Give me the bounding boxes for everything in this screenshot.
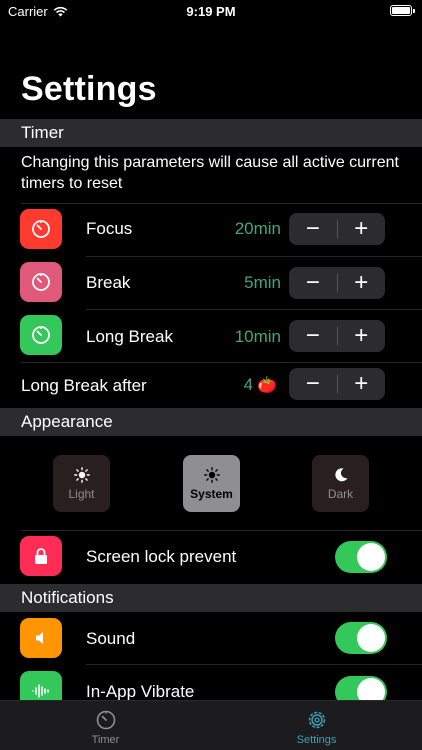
long-break-count: 4	[243, 375, 254, 394]
increment-button[interactable]: +	[338, 213, 386, 245]
tab-bar: Timer Settings	[0, 700, 422, 750]
timer-reset-note: Changing this parameters will cause all …	[21, 154, 399, 192]
decrement-button[interactable]: −	[289, 368, 337, 400]
appearance-label: Light	[68, 486, 95, 501]
timer-row-focus: Focus 20min − +	[0, 203, 422, 255]
lock-icon	[20, 536, 62, 576]
timer-icon	[20, 209, 62, 249]
screen-lock-toggle[interactable]	[335, 541, 387, 573]
sun-icon	[73, 466, 90, 483]
timer-row-long-break: Long Break 10min − +	[0, 309, 422, 361]
vibrate-label: In-App Vibrate	[86, 682, 195, 701]
long-break-after-row: Long Break after 4 🍅 − +	[0, 362, 422, 408]
tomato-icon: 🍅	[257, 377, 277, 394]
decrement-button[interactable]: −	[289, 320, 337, 352]
appearance-system-button[interactable]: System	[183, 455, 240, 512]
long-break-after-label: Long Break after	[21, 376, 147, 395]
timer-icon	[96, 710, 115, 730]
sun-icon	[203, 466, 220, 483]
battery-icon	[390, 5, 415, 16]
timer-icon	[20, 315, 62, 355]
appearance-label: Dark	[327, 486, 354, 501]
timer-value: 20min	[234, 219, 281, 238]
screen-lock-label: Screen lock prevent	[86, 547, 237, 566]
sound-row: Sound	[0, 612, 422, 664]
focus-stepper: − +	[289, 213, 385, 245]
long-break-stepper: − +	[289, 320, 385, 352]
sound-toggle[interactable]	[335, 622, 387, 654]
increment-button[interactable]: +	[338, 320, 386, 352]
timer-value: 5min	[244, 273, 281, 292]
status-bar: Carrier 9:19 PM	[0, 0, 422, 24]
timer-label: Focus	[86, 219, 133, 238]
increment-button[interactable]: +	[338, 267, 386, 299]
appearance-label: System	[190, 486, 233, 501]
page-title: Settings	[21, 70, 157, 108]
status-time: 9:19 PM	[186, 4, 236, 19]
tab-settings[interactable]: Settings	[211, 701, 422, 750]
appearance-light-button[interactable]: Light	[53, 455, 110, 512]
timer-icon	[20, 262, 62, 302]
tab-timer[interactable]: Timer	[0, 701, 211, 750]
decrement-button[interactable]: −	[289, 267, 337, 299]
tab-label: Timer	[91, 734, 120, 746]
break-stepper: − +	[289, 267, 385, 299]
section-header-appearance: Appearance	[0, 408, 422, 436]
section-header-notifications: Notifications	[0, 584, 422, 612]
decrement-button[interactable]: −	[289, 213, 337, 245]
sound-label: Sound	[86, 629, 136, 648]
screen-lock-row: Screen lock prevent	[0, 530, 422, 582]
increment-button[interactable]: +	[338, 368, 386, 400]
timer-label: Break	[86, 273, 131, 292]
speaker-icon	[20, 618, 62, 658]
long-break-after-stepper: − +	[289, 368, 385, 400]
gear-icon	[308, 711, 325, 729]
timer-label: Long Break	[86, 327, 173, 346]
moon-icon	[334, 467, 347, 481]
section-header-timer: Timer	[0, 119, 422, 147]
timer-row-break: Break 5min − +	[0, 256, 422, 308]
long-break-after-value: 4 🍅	[244, 375, 277, 395]
timer-value: 10min	[234, 327, 281, 346]
appearance-dark-button[interactable]: Dark	[312, 455, 369, 512]
tab-label: Settings	[296, 734, 337, 746]
